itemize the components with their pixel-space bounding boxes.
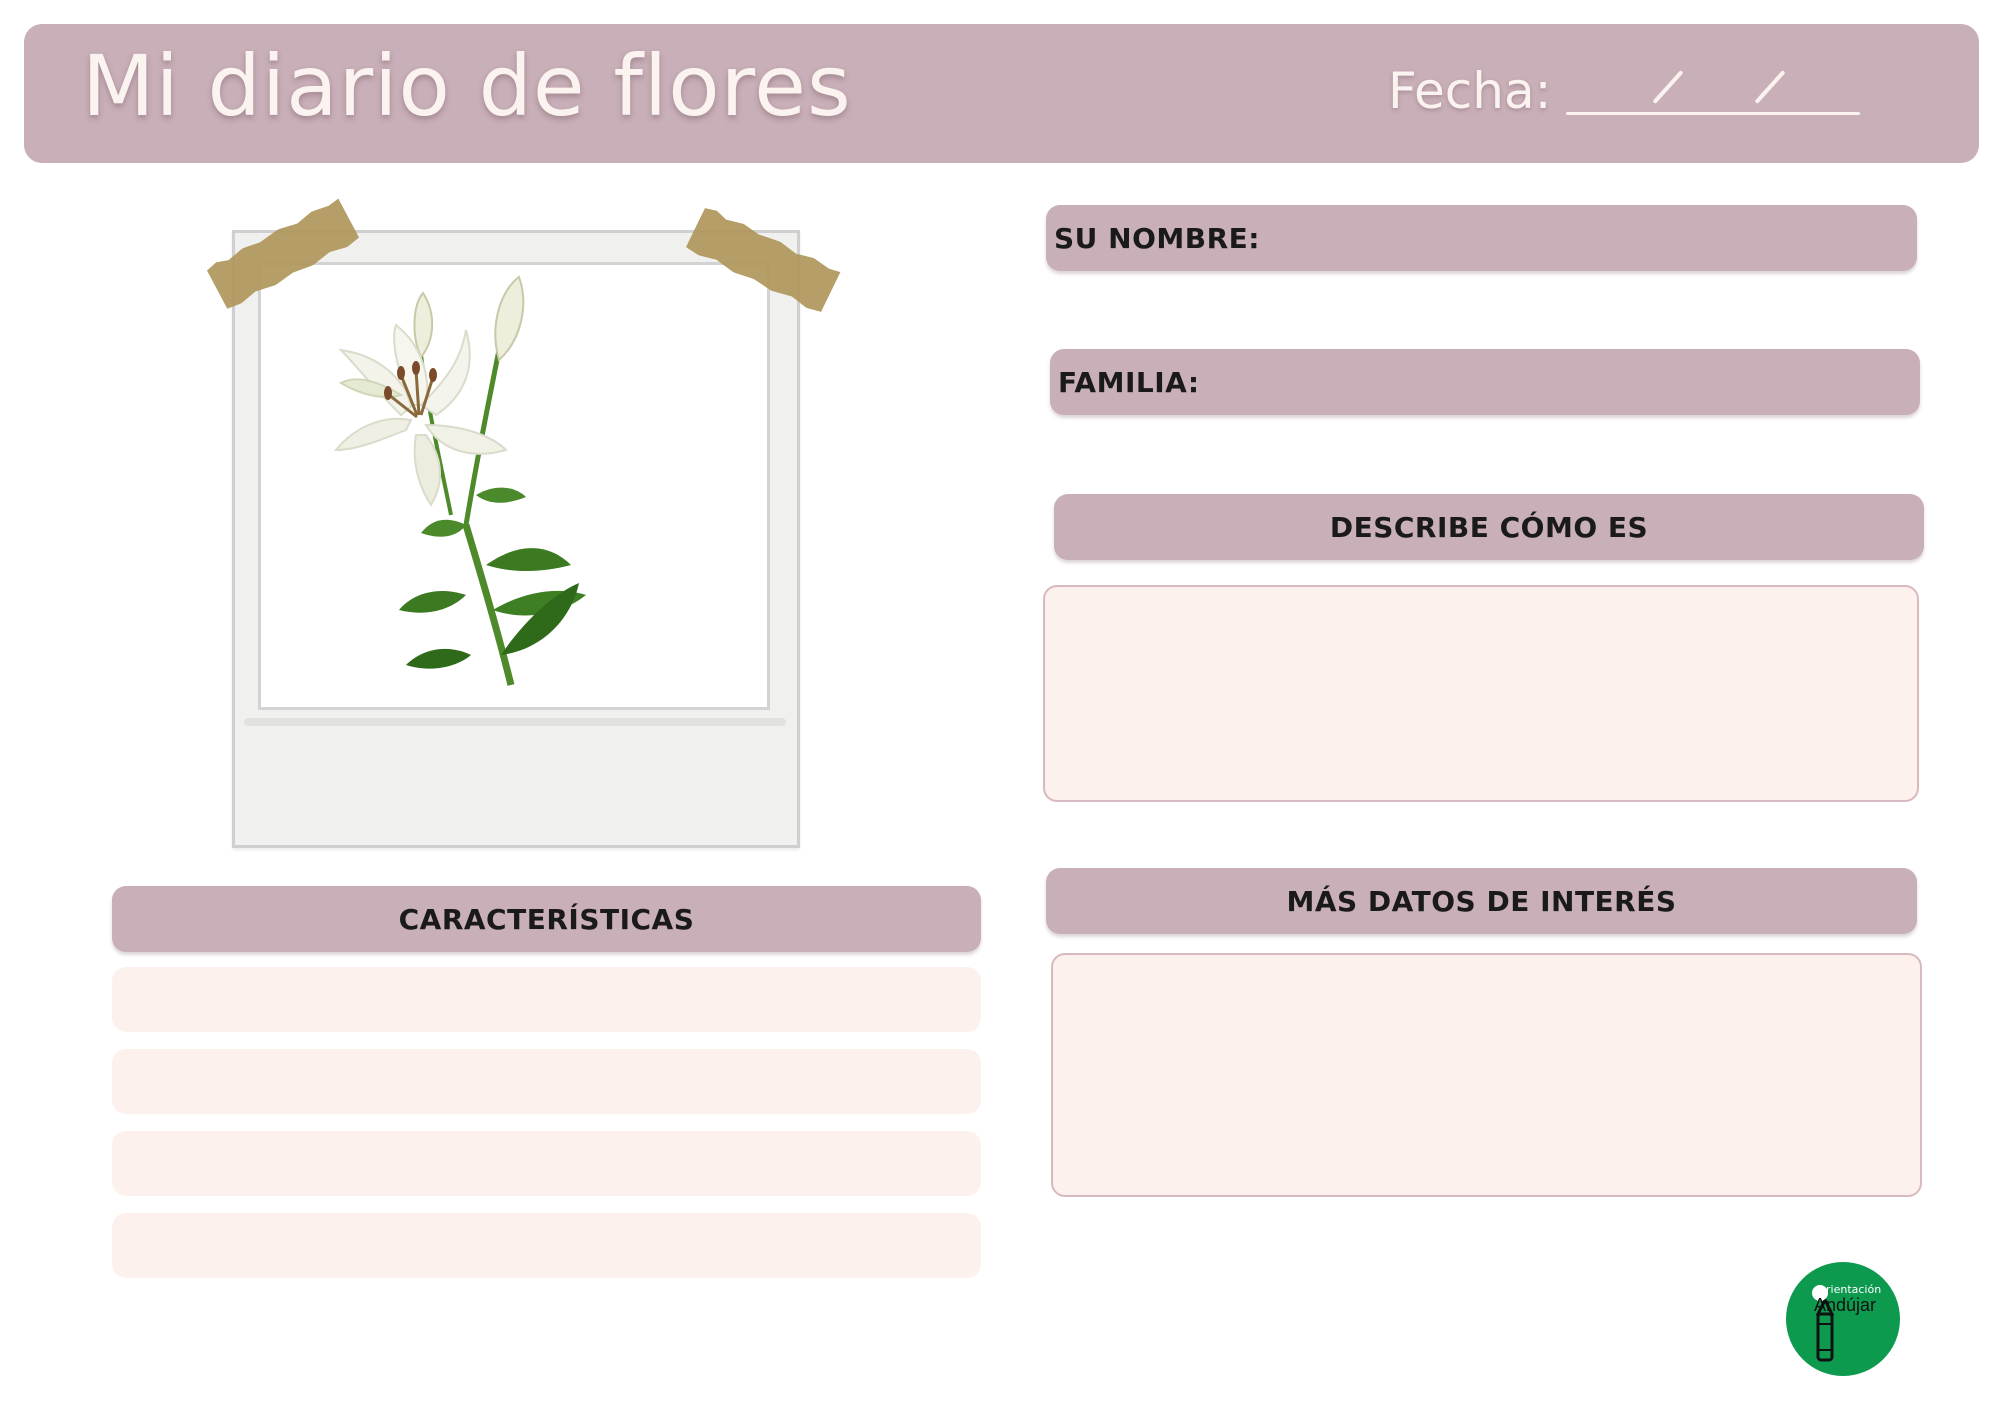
describe-label: DESCRIBE CÓMO ES [1329, 510, 1649, 544]
more-data-header: MÁS DATOS DE INTERÉS [1046, 868, 1917, 934]
lily-illustration [333, 275, 586, 686]
characteristics-label: CARACTERÍSTICAS [398, 902, 695, 936]
describe-textbox[interactable] [1043, 585, 1919, 802]
logo-text-large: Andújar [1814, 1295, 1877, 1315]
orientacion-andujar-logo [1786, 1262, 1900, 1376]
name-label: SU NOMBRE: [1054, 221, 1260, 255]
pencil-icon [1815, 1296, 1835, 1362]
characteristics-row-4[interactable] [112, 1213, 981, 1278]
logo-text-small: rientación [1826, 1283, 1882, 1296]
date-label: Fecha: [1388, 62, 1552, 120]
name-field[interactable]: SU NOMBRE: [1046, 205, 1917, 271]
family-field[interactable]: FAMILIA: [1050, 349, 1920, 415]
characteristics-row-3[interactable] [112, 1131, 981, 1196]
polaroid-divider [244, 718, 786, 726]
describe-header: DESCRIBE CÓMO ES [1054, 494, 1924, 560]
family-label: FAMILIA: [1058, 365, 1200, 399]
flower-photo [258, 262, 770, 710]
more-data-label: MÁS DATOS DE INTERÉS [1286, 884, 1677, 918]
characteristics-row-2[interactable] [112, 1049, 981, 1114]
date-field-line[interactable] [1566, 112, 1860, 115]
more-data-textbox[interactable] [1051, 953, 1922, 1197]
page-title: Mi diario de flores [82, 37, 852, 135]
characteristics-row-1[interactable] [112, 967, 981, 1032]
characteristics-header: CARACTERÍSTICAS [112, 886, 981, 952]
